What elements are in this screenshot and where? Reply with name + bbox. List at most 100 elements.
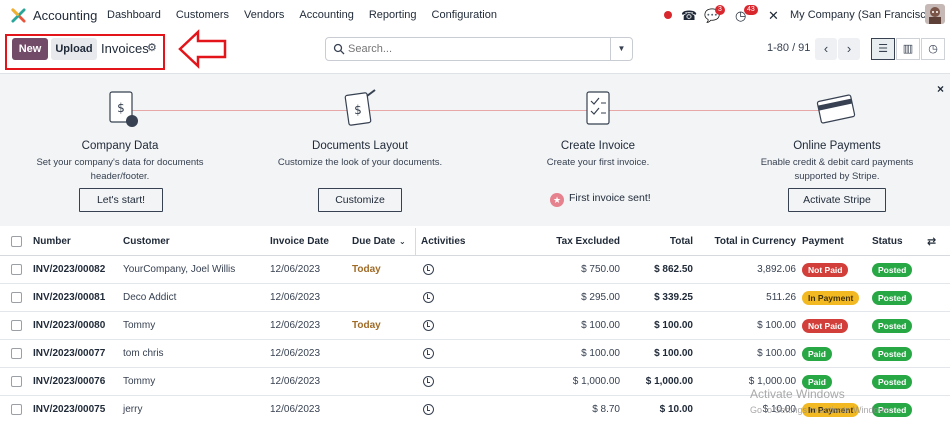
activity-clock-icon[interactable] bbox=[423, 264, 434, 275]
invoice-total: $ 862.50 bbox=[654, 264, 693, 275]
status-badge: Posted bbox=[872, 319, 913, 333]
menu-accounting[interactable]: Accounting bbox=[299, 9, 353, 21]
activate-stripe-button[interactable]: Activate Stripe bbox=[788, 188, 886, 212]
col-total[interactable]: Total bbox=[630, 228, 693, 256]
payment-status-badge: In Payment bbox=[802, 291, 860, 305]
step-online-payments-title: Online Payments bbox=[793, 140, 881, 152]
menu-dashboard[interactable]: Dashboard bbox=[107, 9, 161, 21]
odoo-apps-icon[interactable] bbox=[11, 8, 26, 23]
invoice-tax-excluded: $ 750.00 bbox=[581, 264, 620, 275]
invoice-total: $ 339.25 bbox=[654, 292, 693, 303]
table-row[interactable]: INV/2023/00080 Tommy 12/06/2023 Today $ … bbox=[0, 312, 950, 340]
first-invoice-sent-status: ★ First invoice sent! bbox=[550, 192, 651, 207]
pager-value[interactable]: 1-80 / 91 bbox=[767, 42, 810, 54]
kanban-view-button[interactable]: ▥ bbox=[896, 38, 920, 60]
menu-vendors[interactable]: Vendors bbox=[244, 9, 284, 21]
pager-next-button[interactable]: › bbox=[838, 38, 860, 60]
select-all-checkbox[interactable] bbox=[11, 236, 22, 247]
app-name[interactable]: Accounting bbox=[33, 8, 97, 23]
invoice-total-currency: 3,892.06 bbox=[757, 264, 796, 275]
search-bar[interactable]: ▼ bbox=[325, 37, 633, 61]
invoice-date: 12/06/2023 bbox=[270, 404, 321, 415]
company-switcher[interactable]: My Company (San Francisco) bbox=[790, 9, 936, 21]
user-avatar[interactable] bbox=[925, 4, 945, 24]
status-badge: Posted bbox=[872, 347, 913, 361]
tools-icon[interactable]: ✕ bbox=[768, 8, 779, 24]
invoice-tax-excluded: $ 1,000.00 bbox=[572, 376, 620, 387]
col-activities[interactable]: Activities bbox=[421, 228, 465, 256]
activity-clock-icon[interactable] bbox=[423, 292, 434, 303]
step-create-invoice-title: Create Invoice bbox=[560, 140, 636, 152]
row-checkbox[interactable] bbox=[11, 348, 22, 359]
invoice-date: 12/06/2023 bbox=[270, 348, 321, 359]
step-create-invoice-desc: Create your first invoice. bbox=[546, 157, 650, 168]
invoice-customer: Tommy bbox=[123, 320, 156, 331]
col-number[interactable]: Number bbox=[33, 228, 71, 256]
step-documents-layout-desc: Customize the look of your documents. bbox=[277, 157, 443, 168]
status-badge: Posted bbox=[872, 263, 913, 277]
breadcrumb: Invoices bbox=[101, 41, 149, 56]
optional-columns-toggle-icon[interactable]: ⇄ bbox=[927, 228, 936, 256]
invoice-customer: Deco Addict bbox=[123, 292, 177, 303]
phone-icon[interactable]: ☎ bbox=[681, 8, 697, 24]
row-checkbox[interactable] bbox=[11, 292, 22, 303]
menu-reporting[interactable]: Reporting bbox=[369, 9, 417, 21]
payment-status-badge: Paid bbox=[802, 347, 832, 361]
credit-card-icon bbox=[816, 94, 856, 124]
row-checkbox[interactable] bbox=[11, 264, 22, 275]
payment-status-badge: Not Paid bbox=[802, 263, 849, 277]
activity-view-button[interactable]: ◷ bbox=[921, 38, 945, 60]
col-customer[interactable]: Customer bbox=[123, 228, 170, 256]
invoice-total: $ 100.00 bbox=[654, 320, 693, 331]
arrow-left-annotation-icon bbox=[178, 29, 227, 69]
search-input[interactable] bbox=[348, 41, 608, 57]
activity-clock-icon[interactable] bbox=[423, 348, 434, 359]
activities-count-badge: 43 bbox=[744, 5, 758, 15]
search-options-toggle[interactable]: ▼ bbox=[610, 38, 632, 60]
row-checkbox[interactable] bbox=[11, 376, 22, 387]
onboarding-progress-line bbox=[128, 110, 839, 111]
invoice-number: INV/2023/00075 bbox=[33, 404, 106, 415]
col-due-date[interactable]: Due Date bbox=[352, 228, 395, 256]
table-header: Number Customer Invoice Date Due Date ⌄ … bbox=[0, 228, 950, 256]
col-invoice-date[interactable]: Invoice Date bbox=[270, 228, 329, 256]
customize-button[interactable]: Customize bbox=[318, 188, 402, 212]
invoice-number: INV/2023/00080 bbox=[33, 320, 106, 331]
menu-customers[interactable]: Customers bbox=[176, 9, 229, 21]
invoice-total-currency: 511.26 bbox=[766, 292, 796, 303]
chevron-right-icon: › bbox=[846, 41, 852, 56]
col-total-in-currency[interactable]: Total in Currency bbox=[705, 228, 797, 256]
invoice-date: 12/06/2023 bbox=[270, 320, 321, 331]
table-row[interactable]: INV/2023/00077 tom chris 12/06/2023 $ 10… bbox=[0, 340, 950, 368]
activity-clock-icon[interactable] bbox=[423, 320, 434, 331]
invoice-due-date: Today bbox=[352, 264, 381, 275]
invoice-customer: jerry bbox=[123, 404, 143, 415]
upload-button[interactable]: Upload bbox=[51, 38, 97, 60]
lets-start-button[interactable]: Let's start! bbox=[79, 188, 163, 212]
invoice-tax-excluded: $ 295.00 bbox=[581, 292, 620, 303]
caret-down-icon: ▼ bbox=[617, 44, 626, 53]
pager-previous-button[interactable]: ‹ bbox=[815, 38, 837, 60]
row-checkbox[interactable] bbox=[11, 320, 22, 331]
row-checkbox[interactable] bbox=[11, 404, 22, 415]
recording-indicator-icon[interactable] bbox=[664, 11, 672, 19]
payment-status-badge: Not Paid bbox=[802, 319, 849, 333]
new-button[interactable]: New bbox=[12, 38, 48, 60]
activity-clock-icon[interactable] bbox=[423, 404, 434, 415]
table-row[interactable]: INV/2023/00082 YourCompany, Joel Willis … bbox=[0, 256, 950, 284]
col-payment[interactable]: Payment bbox=[802, 228, 844, 256]
gear-icon[interactable]: ⚙ bbox=[147, 41, 157, 54]
list-view-button[interactable]: ☰ bbox=[871, 38, 895, 60]
document-dollar-icon: $ bbox=[109, 91, 138, 127]
status-badge: Posted bbox=[872, 291, 913, 305]
table-row[interactable]: INV/2023/00081 Deco Addict 12/06/2023 $ … bbox=[0, 284, 950, 312]
col-status[interactable]: Status bbox=[872, 228, 903, 256]
menu-configuration[interactable]: Configuration bbox=[432, 9, 497, 21]
step-company-data-desc: Set your company's data for documents hea… bbox=[36, 157, 204, 182]
close-icon[interactable]: × bbox=[937, 82, 944, 96]
col-tax-excluded[interactable]: Tax Excluded bbox=[540, 228, 620, 256]
kanban-icon: ▥ bbox=[902, 43, 914, 55]
activity-clock-icon[interactable] bbox=[423, 376, 434, 387]
invoice-tax-excluded: $ 100.00 bbox=[581, 320, 620, 331]
invoice-total-currency: $ 100.00 bbox=[757, 348, 796, 359]
